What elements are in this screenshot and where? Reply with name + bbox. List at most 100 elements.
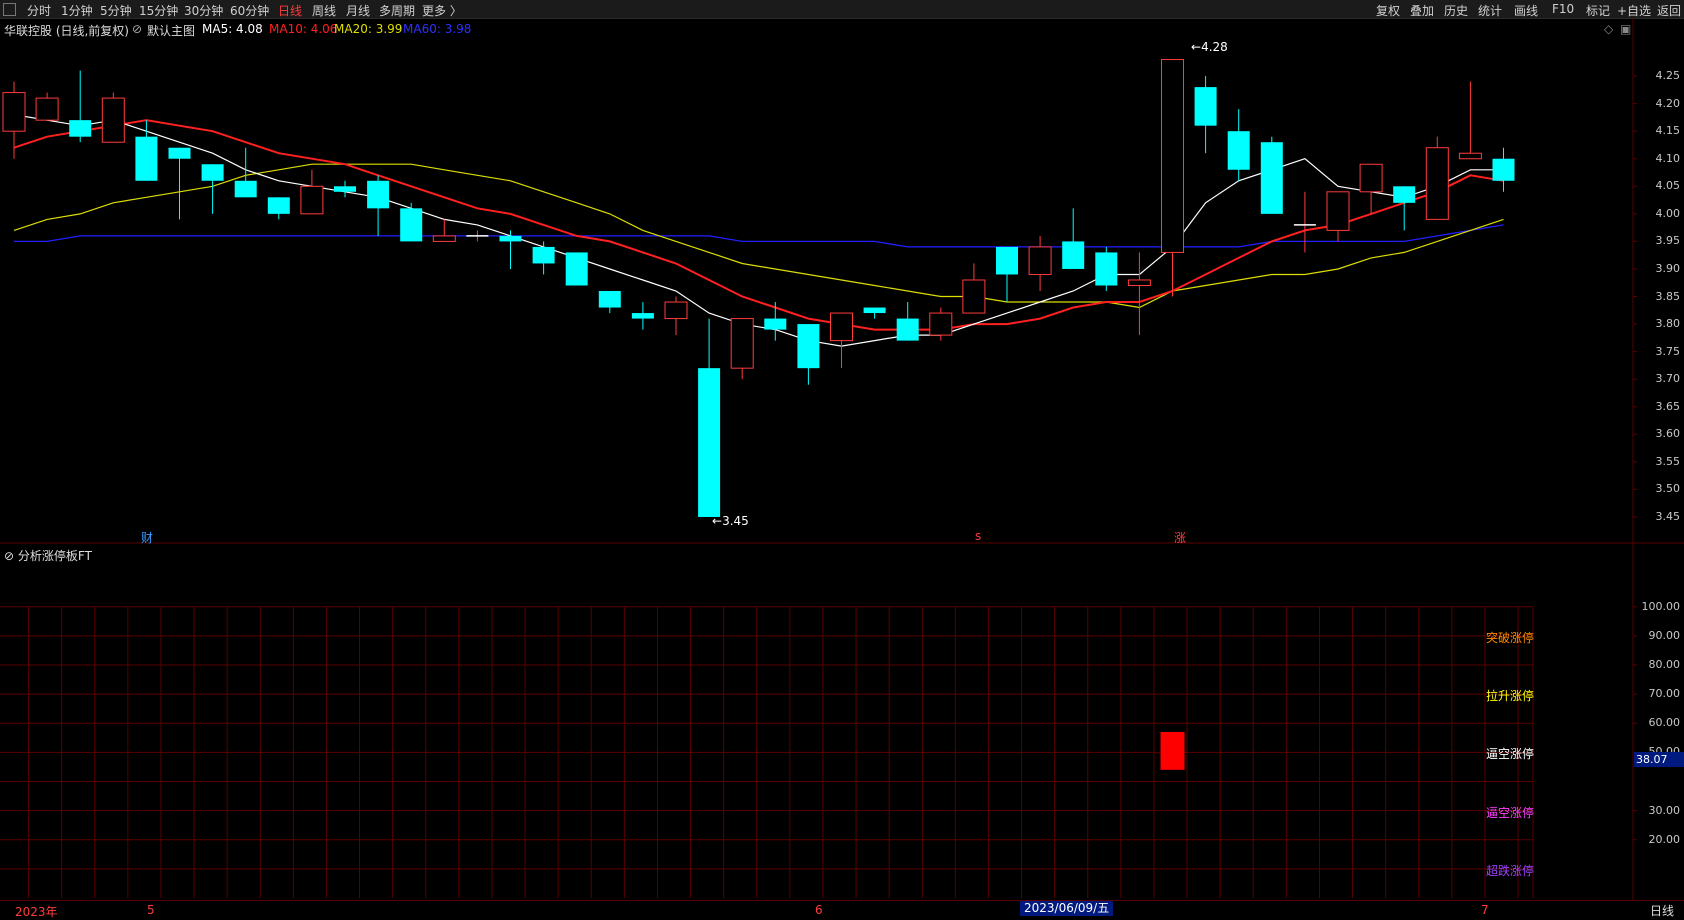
price-tick-label: 3.65 xyxy=(1655,399,1681,413)
period-tab-intraday[interactable]: 分时 xyxy=(27,2,51,19)
indicator-tick-label: 30.00 xyxy=(1648,803,1681,817)
candle-up xyxy=(2,92,26,132)
period-tab-15min[interactable]: 15分钟 xyxy=(139,2,178,19)
ma60-line xyxy=(14,224,1504,248)
candle-down xyxy=(1062,241,1085,269)
candle-up xyxy=(1458,152,1482,160)
indicator-tick-label: 70.00 xyxy=(1648,687,1681,701)
candle-down xyxy=(1393,186,1416,203)
candle-down xyxy=(135,136,158,181)
candle-down xyxy=(1194,87,1217,126)
indicator-level-label: 超跌涨停 xyxy=(1485,863,1534,878)
period-tab-multi[interactable]: 多周期 xyxy=(379,2,415,19)
history-button[interactable]: 历史 xyxy=(1444,2,1468,19)
candle-up xyxy=(300,185,324,215)
event-marker-s[interactable]: s xyxy=(975,529,981,543)
adjust-button[interactable]: 复权 xyxy=(1376,2,1400,19)
candle-down xyxy=(400,208,423,242)
price-tick-label: 3.90 xyxy=(1655,261,1681,275)
mark-button[interactable]: 标记 xyxy=(1586,2,1610,19)
period-tab-monthly[interactable]: 月线 xyxy=(346,2,370,19)
period-tab-1min[interactable]: 1分钟 xyxy=(61,2,93,19)
candle-down xyxy=(532,246,555,264)
indicator-current-value: 38.07 xyxy=(1634,752,1684,767)
indicator-tick-label: 20.00 xyxy=(1648,832,1681,846)
price-tick-label: 3.60 xyxy=(1655,427,1681,441)
price-tick-label: 4.00 xyxy=(1655,206,1681,220)
price-tick-label: 4.25 xyxy=(1655,69,1681,83)
stats-button[interactable]: 统计 xyxy=(1478,2,1502,19)
candle-up xyxy=(1359,163,1383,193)
price-tick-label: 4.10 xyxy=(1655,151,1681,165)
price-tick-label: 3.95 xyxy=(1655,234,1681,248)
candle-down xyxy=(334,186,356,192)
draw-button[interactable]: 画线 xyxy=(1514,2,1538,19)
candle-up xyxy=(929,312,953,336)
candle-down xyxy=(863,307,886,314)
period-tab-daily[interactable]: 日线 xyxy=(278,2,302,19)
price-tick-label: 3.50 xyxy=(1655,482,1681,496)
candle-up xyxy=(830,312,853,342)
indicator-tick-label: 60.00 xyxy=(1648,716,1681,730)
indicator-toggle-icon[interactable]: ⊘ xyxy=(4,549,18,563)
period-tab-weekly[interactable]: 周线 xyxy=(312,2,336,19)
candle-up xyxy=(1425,147,1449,220)
date-month-6: 6 xyxy=(815,903,823,917)
indicator-level-label: 拉升涨停 xyxy=(1485,689,1534,704)
kline-chart[interactable] xyxy=(0,18,1684,900)
candle-up xyxy=(730,318,754,369)
add-watchlist-button[interactable]: +自选 xyxy=(1617,2,1651,19)
indicator-level-label: 逼空涨停 xyxy=(1485,747,1534,762)
limit-up-signal-bar xyxy=(1160,731,1185,770)
candle-up xyxy=(1161,59,1184,253)
candle-down xyxy=(698,368,721,517)
back-button[interactable]: 返回 xyxy=(1657,2,1681,19)
indicator-title: ⊘ 分析涨停板FT xyxy=(4,547,92,564)
period-tab-30min[interactable]: 30分钟 xyxy=(184,2,223,19)
window-menu-icon[interactable] xyxy=(3,3,16,16)
indicator-name: 分析涨停板FT xyxy=(17,549,92,563)
candle-down xyxy=(267,197,290,214)
high-price-annotation: ←4.28 xyxy=(1191,40,1228,54)
event-marker-limit-up[interactable]: 涨 xyxy=(1174,529,1186,546)
candle-down xyxy=(201,164,224,181)
candle-up xyxy=(35,97,59,121)
period-tab-5min[interactable]: 5分钟 xyxy=(100,2,132,19)
event-marker-finance[interactable]: 财 xyxy=(141,529,153,546)
overlay-button[interactable]: 叠加 xyxy=(1410,2,1434,19)
indicator-tick-label: 90.00 xyxy=(1648,628,1681,642)
candle-up xyxy=(1028,246,1052,275)
period-tab-more[interactable]: 更多 〉 xyxy=(422,2,462,19)
date-month-5: 5 xyxy=(147,903,155,917)
price-tick-label: 3.75 xyxy=(1655,344,1681,358)
date-year-label: 2023年 xyxy=(15,905,58,919)
price-tick-label: 4.05 xyxy=(1655,179,1681,193)
high-price-value: 4.28 xyxy=(1201,40,1228,54)
candle-down xyxy=(1227,131,1250,170)
price-tick-label: 3.85 xyxy=(1655,289,1681,303)
candle-down xyxy=(1260,142,1283,214)
candle-up xyxy=(1326,191,1350,231)
price-tick-label: 4.20 xyxy=(1655,96,1681,110)
candle-up xyxy=(962,279,986,314)
price-tick-label: 4.15 xyxy=(1655,124,1681,138)
candle-down xyxy=(1492,158,1515,181)
candle-down xyxy=(499,235,522,242)
period-tab-60min[interactable]: 60分钟 xyxy=(230,2,269,19)
date-month-7: 7 xyxy=(1481,903,1489,917)
candle-down xyxy=(996,246,1018,275)
candle-down xyxy=(631,313,654,319)
indicator-tick-label: 80.00 xyxy=(1648,657,1681,671)
candle-down xyxy=(764,318,787,330)
price-tick-label: 3.80 xyxy=(1655,317,1681,331)
price-tick-label: 3.70 xyxy=(1655,372,1681,386)
candle-down xyxy=(896,318,919,341)
candle-down xyxy=(69,120,92,137)
candle-up xyxy=(101,97,125,143)
indicator-level-label: 突破涨停 xyxy=(1485,630,1534,645)
candle-down xyxy=(565,252,588,286)
candle-down xyxy=(234,180,257,198)
low-price-annotation: ←3.45 xyxy=(712,514,749,528)
f10-button[interactable]: F10 xyxy=(1552,2,1574,16)
indicator-tick-label: 100.00 xyxy=(1641,599,1681,613)
